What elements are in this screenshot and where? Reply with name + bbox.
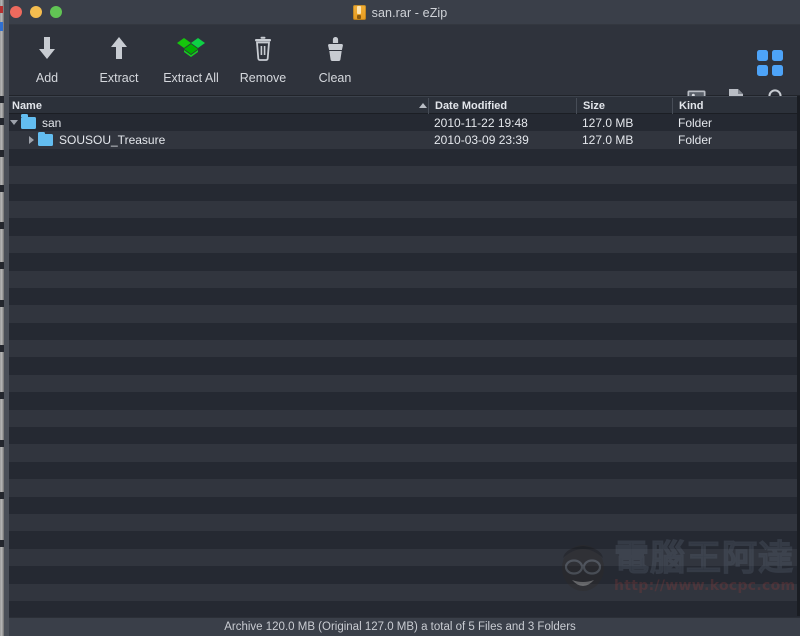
list-stripe	[0, 200, 800, 219]
column-header-kind[interactable]: Kind	[672, 97, 703, 115]
row-size: 127.0 MB	[582, 133, 634, 148]
archive-file-icon	[352, 5, 366, 20]
window-title: san.rar - eZip	[371, 5, 448, 20]
list-stripe	[0, 305, 800, 323]
row-name-cell: SOUSOU_Treasure	[24, 131, 166, 148]
list-stripe	[0, 357, 800, 375]
list-stripe	[0, 600, 800, 617]
list-stripe	[0, 270, 800, 288]
edge-notch	[0, 440, 4, 447]
extract-button[interactable]: Extract	[83, 25, 155, 91]
toolbar: Add Extract Extract All Remove Clean	[0, 25, 800, 107]
list-stripe	[0, 148, 800, 167]
row-kind: Folder	[678, 115, 713, 130]
edge-notch	[0, 392, 4, 399]
list-rows: san 2010-11-22 19:48 127.0 MB Folder SOU…	[0, 114, 800, 149]
list-stripe	[0, 513, 800, 532]
minimize-button[interactable]	[30, 6, 42, 18]
extract-button-label: Extract	[99, 71, 139, 85]
edge-notch	[0, 345, 4, 352]
extract-all-button-label: Extract All	[163, 71, 219, 85]
edge-notch	[0, 492, 4, 499]
list-stripe	[0, 392, 800, 410]
column-header-size[interactable]: Size	[576, 97, 605, 115]
list-row-stripes	[0, 114, 800, 617]
edge-notch	[0, 118, 4, 125]
edge-artifact-red	[0, 6, 3, 13]
list-stripe	[0, 566, 800, 584]
clean-button[interactable]: Clean	[299, 25, 371, 91]
window-inner-rail	[4, 0, 9, 636]
disclosure-triangle-expanded-icon[interactable]	[7, 120, 21, 126]
row-size: 127.0 MB	[582, 115, 634, 130]
clean-button-label: Clean	[318, 71, 352, 85]
list-stripe	[0, 235, 800, 254]
grid-view-icon[interactable]	[757, 50, 783, 76]
list-stripe	[0, 183, 800, 201]
row-name-cell: san	[7, 114, 62, 130]
close-button[interactable]	[10, 6, 22, 18]
list-stripe	[0, 322, 800, 341]
arrow-down-icon	[32, 34, 62, 64]
row-name-label: SOUSOU_Treasure	[59, 133, 166, 148]
row-date-modified: 2010-03-09 23:39	[434, 133, 529, 148]
list-stripe	[0, 427, 800, 445]
window-title-group: san.rar - eZip	[0, 0, 800, 25]
list-stripe	[0, 253, 800, 271]
list-stripe	[0, 461, 800, 480]
statusbar-text: Archive 120.0 MB (Original 127.0 MB) a t…	[224, 621, 576, 633]
add-button[interactable]: Add	[11, 25, 83, 91]
edge-notch	[0, 262, 4, 269]
list-stripe	[0, 444, 800, 462]
remove-button-label: Remove	[239, 71, 287, 85]
list-stripe	[0, 374, 800, 393]
disclosure-triangle-collapsed-icon[interactable]	[24, 136, 38, 145]
table-row[interactable]: san 2010-11-22 19:48 127.0 MB Folder	[0, 114, 800, 131]
list-stripe	[0, 583, 800, 601]
row-kind: Folder	[678, 133, 713, 148]
sort-ascending-icon	[419, 103, 427, 108]
extract-all-button[interactable]: Extract All	[155, 25, 227, 91]
arrow-up-icon	[104, 34, 134, 64]
edge-notch	[0, 222, 4, 229]
remove-button[interactable]: Remove	[227, 25, 299, 91]
list-stripe	[0, 409, 800, 428]
edge-notch	[0, 150, 4, 157]
brush-icon	[320, 34, 350, 64]
list-stripe	[0, 531, 800, 549]
traffic-light-group	[10, 6, 62, 18]
titlebar: san.rar - eZip	[0, 0, 800, 25]
column-header-date-modified[interactable]: Date Modified	[428, 97, 507, 115]
table-row[interactable]: SOUSOU_Treasure 2010-03-09 23:39 127.0 M…	[0, 131, 800, 148]
ezip-window: san.rar - eZip Add Extract Extract All R…	[0, 0, 800, 636]
edge-notch	[0, 96, 4, 103]
folder-icon	[38, 131, 53, 147]
list-stripe	[0, 496, 800, 514]
statusbar: Archive 120.0 MB (Original 127.0 MB) a t…	[0, 617, 800, 636]
add-button-label: Add	[35, 71, 59, 85]
list-stripe	[0, 548, 800, 567]
edge-artifact-blue	[0, 22, 3, 31]
column-header-name[interactable]: Name	[5, 97, 42, 115]
list-stripe	[0, 287, 800, 306]
maximize-button[interactable]	[50, 6, 62, 18]
row-name-label: san	[42, 115, 62, 130]
list-stripe	[0, 166, 800, 184]
file-list[interactable]: san 2010-11-22 19:48 127.0 MB Folder SOU…	[0, 114, 800, 617]
edge-notch	[0, 185, 4, 192]
list-stripe	[0, 218, 800, 236]
folder-icon	[21, 114, 36, 129]
list-stripe	[0, 340, 800, 358]
edge-notch	[0, 540, 4, 547]
row-date-modified: 2010-11-22 19:48	[434, 115, 528, 130]
toolbar-actions: Add Extract Extract All Remove Clean	[11, 25, 371, 96]
list-stripe	[0, 479, 800, 497]
trash-icon	[248, 34, 278, 64]
column-header-row: Name Date Modified Size Kind	[0, 96, 800, 114]
edge-notch	[0, 300, 4, 307]
dropbox-diamonds-icon	[176, 34, 206, 64]
